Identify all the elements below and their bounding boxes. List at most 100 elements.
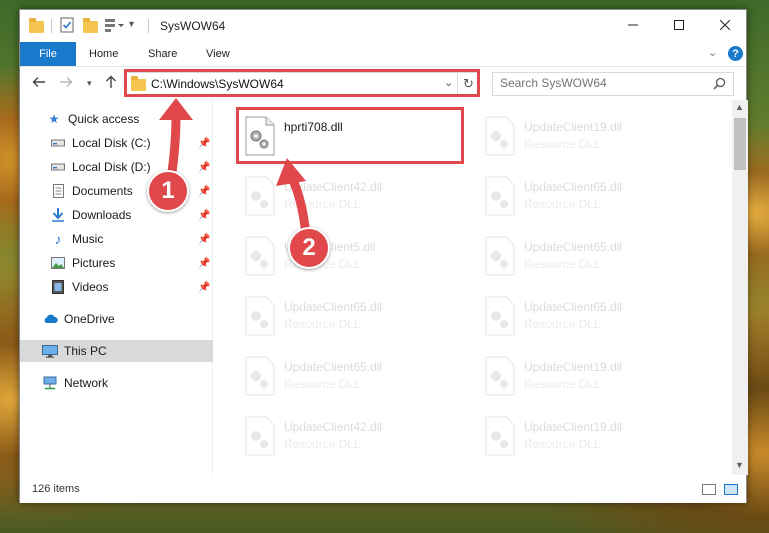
scroll-up-arrow-icon[interactable]: ▲ xyxy=(735,102,744,112)
large-icons-view-icon[interactable] xyxy=(724,484,738,495)
sidebar-item-label: Documents xyxy=(72,184,133,198)
pin-icon[interactable]: 📌 xyxy=(198,282,210,293)
file-type: Resource DLL xyxy=(524,317,601,331)
customize-toolbar-icon[interactable] xyxy=(104,17,126,35)
dll-gear-file-icon xyxy=(245,296,275,336)
sidebar-item-label: Network xyxy=(64,376,109,390)
file-type: Resource DLL xyxy=(524,257,601,271)
file-item[interactable]: UpdateClient19.dll Resource DLL xyxy=(474,108,704,164)
close-button[interactable] xyxy=(702,10,748,40)
dll-gear-file-icon xyxy=(485,296,515,336)
video-icon xyxy=(50,280,66,294)
pin-icon[interactable]: 📌 xyxy=(198,186,210,197)
cloud-icon xyxy=(42,312,58,326)
recent-locations-chevron-icon[interactable]: ▾ xyxy=(87,78,92,89)
file-type: Resource DLL xyxy=(524,377,601,391)
file-item[interactable]: UpdateClient19.dll Resource DLL xyxy=(474,348,704,404)
item-count: 126 items xyxy=(32,483,80,495)
dll-gear-file-icon xyxy=(485,236,515,276)
file-type: Resource DLL xyxy=(284,377,361,391)
drive-icon xyxy=(50,136,66,150)
sidebar-item-label: Pictures xyxy=(72,256,116,270)
tab-share[interactable]: Share xyxy=(148,42,177,66)
back-arrow-icon[interactable] xyxy=(32,75,46,93)
pin-icon[interactable]: 📌 xyxy=(198,138,210,149)
sidebar-item-local-disk-c[interactable]: Local Disk (C:) 📌 xyxy=(20,132,213,154)
file-item[interactable]: UpdateClient65.dll Resource DLL xyxy=(474,288,704,344)
file-type: Resource DLL xyxy=(524,137,601,151)
search-icon[interactable] xyxy=(713,77,726,93)
file-item[interactable]: UpdateClient42.dll Resource DLL xyxy=(234,168,464,224)
scroll-thumb[interactable] xyxy=(734,118,746,170)
music-note-icon: ♪ xyxy=(54,231,62,247)
file-highlight xyxy=(236,107,464,164)
file-item[interactable]: UpdateClient65.dll Resource DLL xyxy=(474,228,704,284)
sidebar-item-videos[interactable]: Videos 📌 xyxy=(20,276,213,298)
sidebar-item-quick-access[interactable]: ★ Quick access xyxy=(20,108,213,130)
sidebar-item-local-disk-d[interactable]: Local Disk (D:) 📌 xyxy=(20,156,213,178)
sidebar-item-label: This PC xyxy=(64,344,107,358)
sidebar-item-label: Videos xyxy=(72,280,109,294)
dll-gear-file-icon xyxy=(485,356,515,396)
folder-icon xyxy=(29,17,44,35)
file-name: UpdateClient19.dll xyxy=(524,360,623,374)
new-folder-icon[interactable] xyxy=(83,17,98,35)
sidebar-item-label: Music xyxy=(72,232,104,246)
file-item[interactable]: UpdateClient5.dll Resource DLL xyxy=(234,228,464,284)
file-name: UpdateClient65.dll xyxy=(524,240,623,254)
file-item[interactable]: UpdateClient19.dll Resource DLL xyxy=(474,408,704,464)
pin-icon[interactable]: 📌 xyxy=(198,234,210,245)
tab-file[interactable]: File xyxy=(20,42,76,66)
tab-view[interactable]: View xyxy=(206,42,230,66)
file-item[interactable]: UpdateClient42.dll Resource DLL xyxy=(234,408,464,464)
chevron-down-icon[interactable]: ▾ xyxy=(129,19,134,37)
dll-gear-file-icon xyxy=(485,416,515,456)
vertical-scrollbar[interactable]: ▲ ▼ xyxy=(732,100,748,475)
file-name: UpdateClient65.dll xyxy=(284,360,383,374)
title-separator xyxy=(148,19,149,33)
sidebar-item-downloads[interactable]: Downloads 📌 xyxy=(20,204,213,226)
expand-ribbon-chevron-icon[interactable]: ⌄ xyxy=(708,46,717,59)
maximize-button[interactable] xyxy=(656,10,702,40)
title-separator xyxy=(51,19,52,33)
pin-icon[interactable]: 📌 xyxy=(198,210,210,221)
file-name: UpdateClient65.dll xyxy=(284,300,383,314)
drive-icon xyxy=(50,160,66,174)
search-box[interactable] xyxy=(492,72,734,96)
sidebar-item-label: Downloads xyxy=(72,208,132,222)
file-type: Resource DLL xyxy=(524,437,601,451)
sidebar-item-pictures[interactable]: Pictures 📌 xyxy=(20,252,213,274)
file-name: UpdateClient42.dll xyxy=(284,180,383,194)
search-input[interactable] xyxy=(500,76,700,90)
sidebar-item-label: Local Disk (C:) xyxy=(72,136,151,150)
pin-icon[interactable]: 📌 xyxy=(198,162,210,173)
dll-gear-file-icon xyxy=(485,176,515,216)
sidebar-item-this-pc[interactable]: This PC xyxy=(20,340,213,362)
properties-checkbox-icon[interactable] xyxy=(60,17,74,35)
sidebar-item-label: Quick access xyxy=(68,112,140,126)
documents-icon xyxy=(50,184,66,198)
file-type: Resource DLL xyxy=(284,437,361,451)
address-bar-highlight xyxy=(124,69,480,97)
dll-gear-file-icon xyxy=(245,236,275,276)
monitor-icon xyxy=(42,344,58,358)
sidebar-item-onedrive[interactable]: OneDrive xyxy=(20,308,213,330)
file-item[interactable]: UpdateClient65.dll Resource DLL xyxy=(234,348,464,404)
forward-arrow-icon[interactable] xyxy=(59,75,73,93)
step-badge-1: 1 xyxy=(147,170,189,212)
file-name: UpdateClient42.dll xyxy=(284,420,383,434)
tab-home[interactable]: Home xyxy=(89,42,118,66)
scroll-down-arrow-icon[interactable]: ▼ xyxy=(735,460,744,470)
file-item[interactable]: UpdateClient65.dll Resource DLL xyxy=(234,288,464,344)
sidebar-item-music[interactable]: ♪ Music 📌 xyxy=(20,228,213,250)
up-arrow-icon[interactable] xyxy=(104,75,118,93)
pin-icon[interactable]: 📌 xyxy=(198,258,210,269)
ribbon-tabs: File Home Share View ⌄ ? xyxy=(20,42,746,66)
file-name: UpdateClient65.dll xyxy=(524,300,623,314)
file-name: UpdateClient65.dll xyxy=(524,180,623,194)
help-icon[interactable]: ? xyxy=(728,46,743,61)
minimize-button[interactable] xyxy=(610,10,656,40)
file-item[interactable]: UpdateClient65.dll Resource DLL xyxy=(474,168,704,224)
details-view-icon[interactable] xyxy=(702,484,716,495)
sidebar-item-network[interactable]: Network xyxy=(20,372,213,394)
